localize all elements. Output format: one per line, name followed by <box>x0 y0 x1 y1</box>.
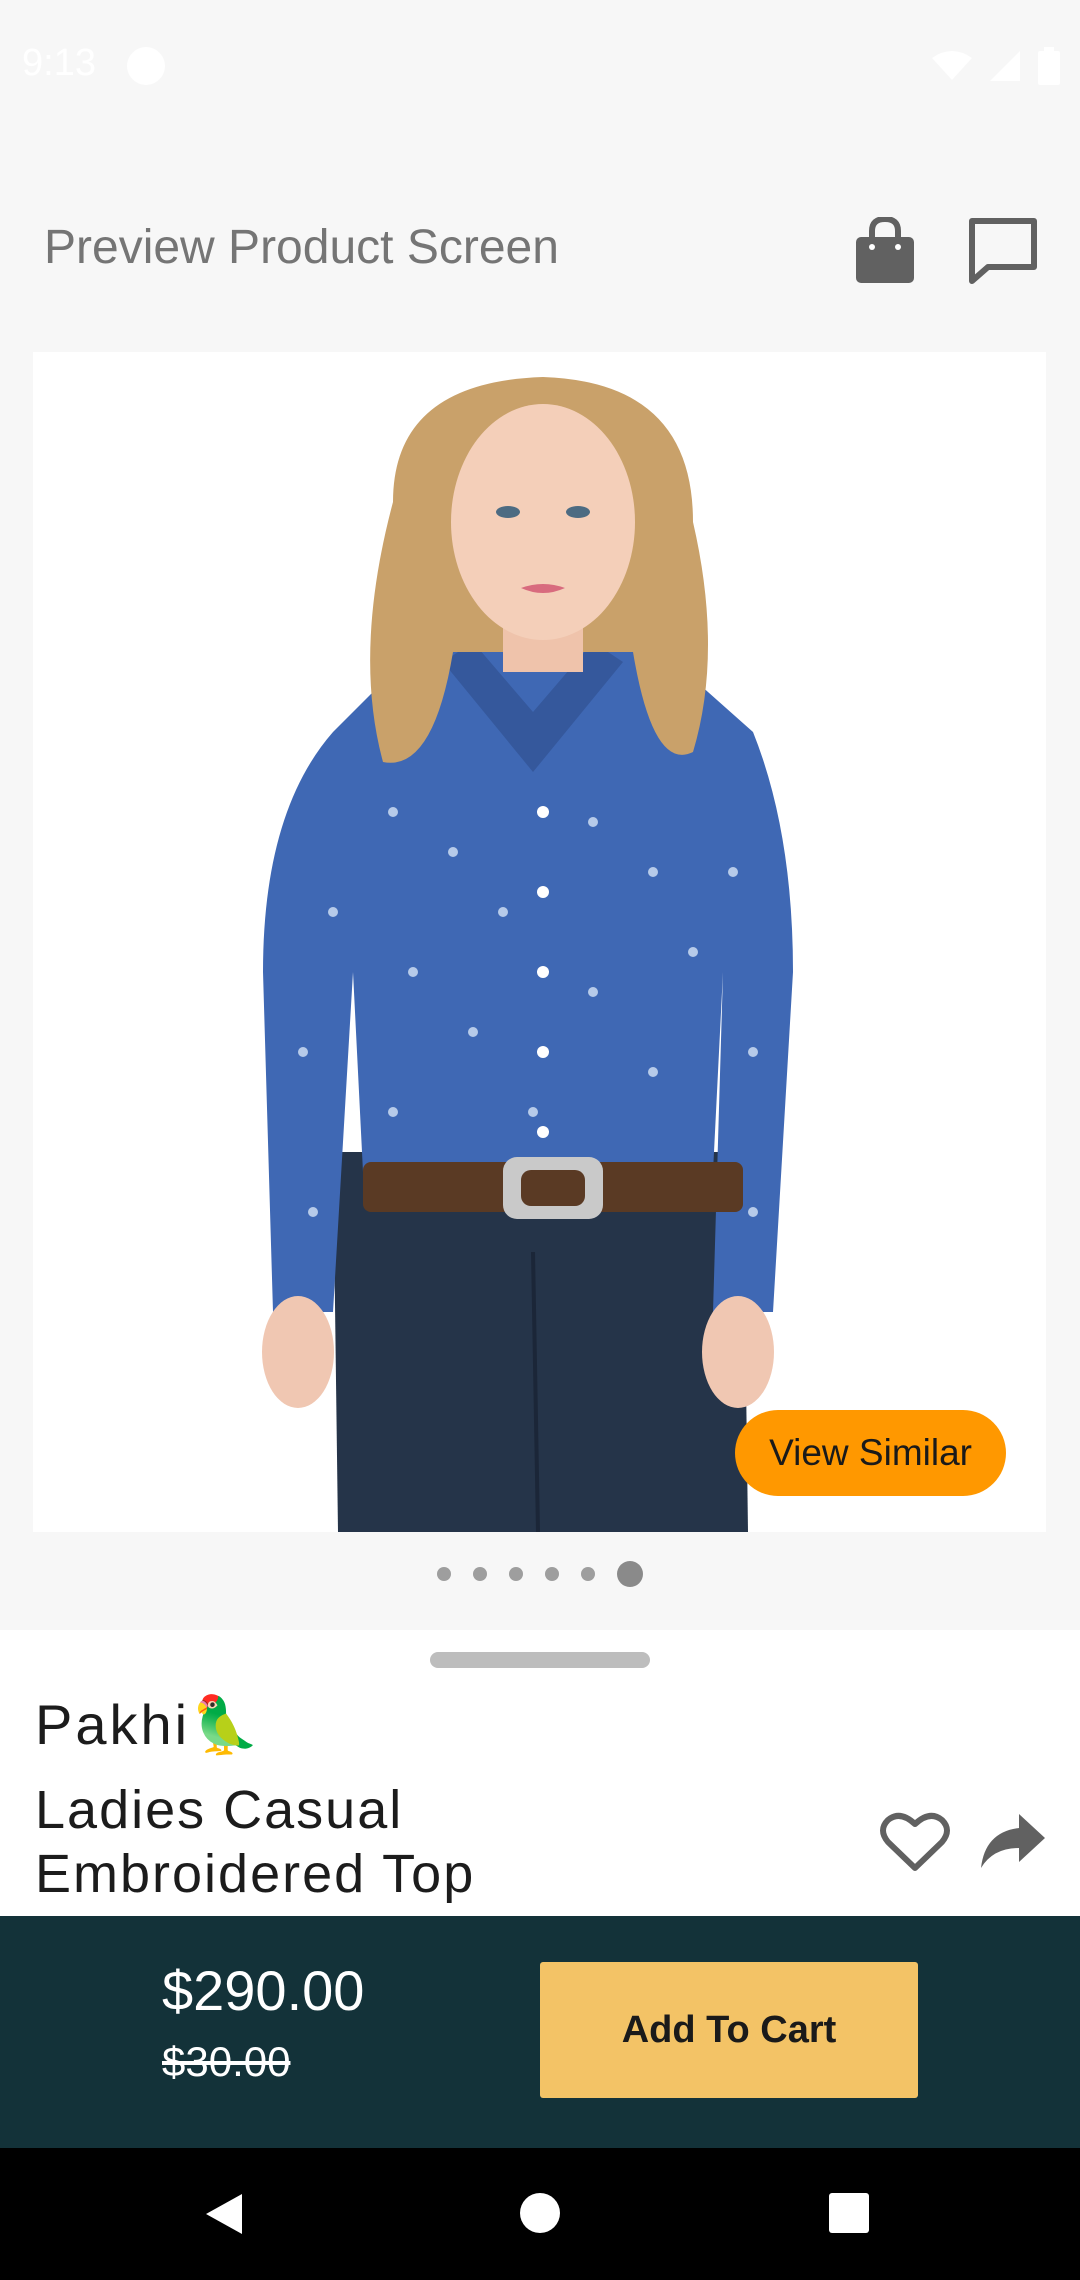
sheet-drag-handle[interactable] <box>430 1652 650 1668</box>
wifi-icon <box>932 51 972 80</box>
carousel-dot[interactable] <box>509 1567 523 1581</box>
view-similar-button[interactable]: View Similar <box>735 1410 1006 1496</box>
battery-icon <box>1038 47 1060 85</box>
notification-app-icon <box>127 47 165 85</box>
home-icon[interactable] <box>519 2192 561 2234</box>
carousel-dot[interactable] <box>581 1567 595 1581</box>
status-time: 9:13 <box>22 42 96 84</box>
system-nav-bar <box>0 2148 1080 2280</box>
brand-name: Pakhi🦜 <box>35 1692 263 1758</box>
parrot-emoji: 🦜 <box>190 1693 263 1756</box>
carousel-dot[interactable] <box>473 1567 487 1581</box>
chat-icon <box>969 218 1037 284</box>
shopping-bag-icon <box>856 217 914 283</box>
recents-icon[interactable] <box>829 2193 869 2233</box>
add-to-cart-button[interactable]: Add To Cart <box>540 1962 918 2098</box>
product-info-sheet: Pakhi🦜 Ladies Casual Embroidered Top <box>0 1630 1080 1916</box>
shopping-bag-button[interactable] <box>840 206 930 296</box>
wishlist-button[interactable] <box>870 1796 960 1886</box>
share-arrow-icon <box>981 1814 1045 1868</box>
status-bar: 9:13 <box>0 0 1080 130</box>
product-name: Ladies Casual Embroidered Top <box>35 1780 476 1904</box>
app-toolbar: Preview Product Screen <box>0 190 1080 310</box>
heart-icon <box>880 1812 950 1871</box>
product-image[interactable]: View Similar <box>33 352 1046 1532</box>
back-icon[interactable] <box>204 2192 244 2236</box>
carousel-dot[interactable] <box>545 1567 559 1581</box>
carousel-indicator <box>0 1556 1080 1592</box>
brand-label: Pakhi <box>35 1693 191 1756</box>
signal-icon <box>990 51 1020 81</box>
chat-button[interactable] <box>958 206 1048 296</box>
current-price: $290.00 <box>162 1959 365 2022</box>
cart-bar: $290.00 $30.00 Add To Cart <box>0 1916 1080 2148</box>
carousel-dot[interactable] <box>437 1567 451 1581</box>
original-price: $30.00 <box>162 2038 291 2085</box>
product-photo <box>262 377 793 1532</box>
status-icons <box>932 46 1060 86</box>
share-button[interactable] <box>968 1796 1058 1886</box>
carousel-dot-active[interactable] <box>617 1561 643 1587</box>
page-title: Preview Product Screen <box>44 221 559 274</box>
